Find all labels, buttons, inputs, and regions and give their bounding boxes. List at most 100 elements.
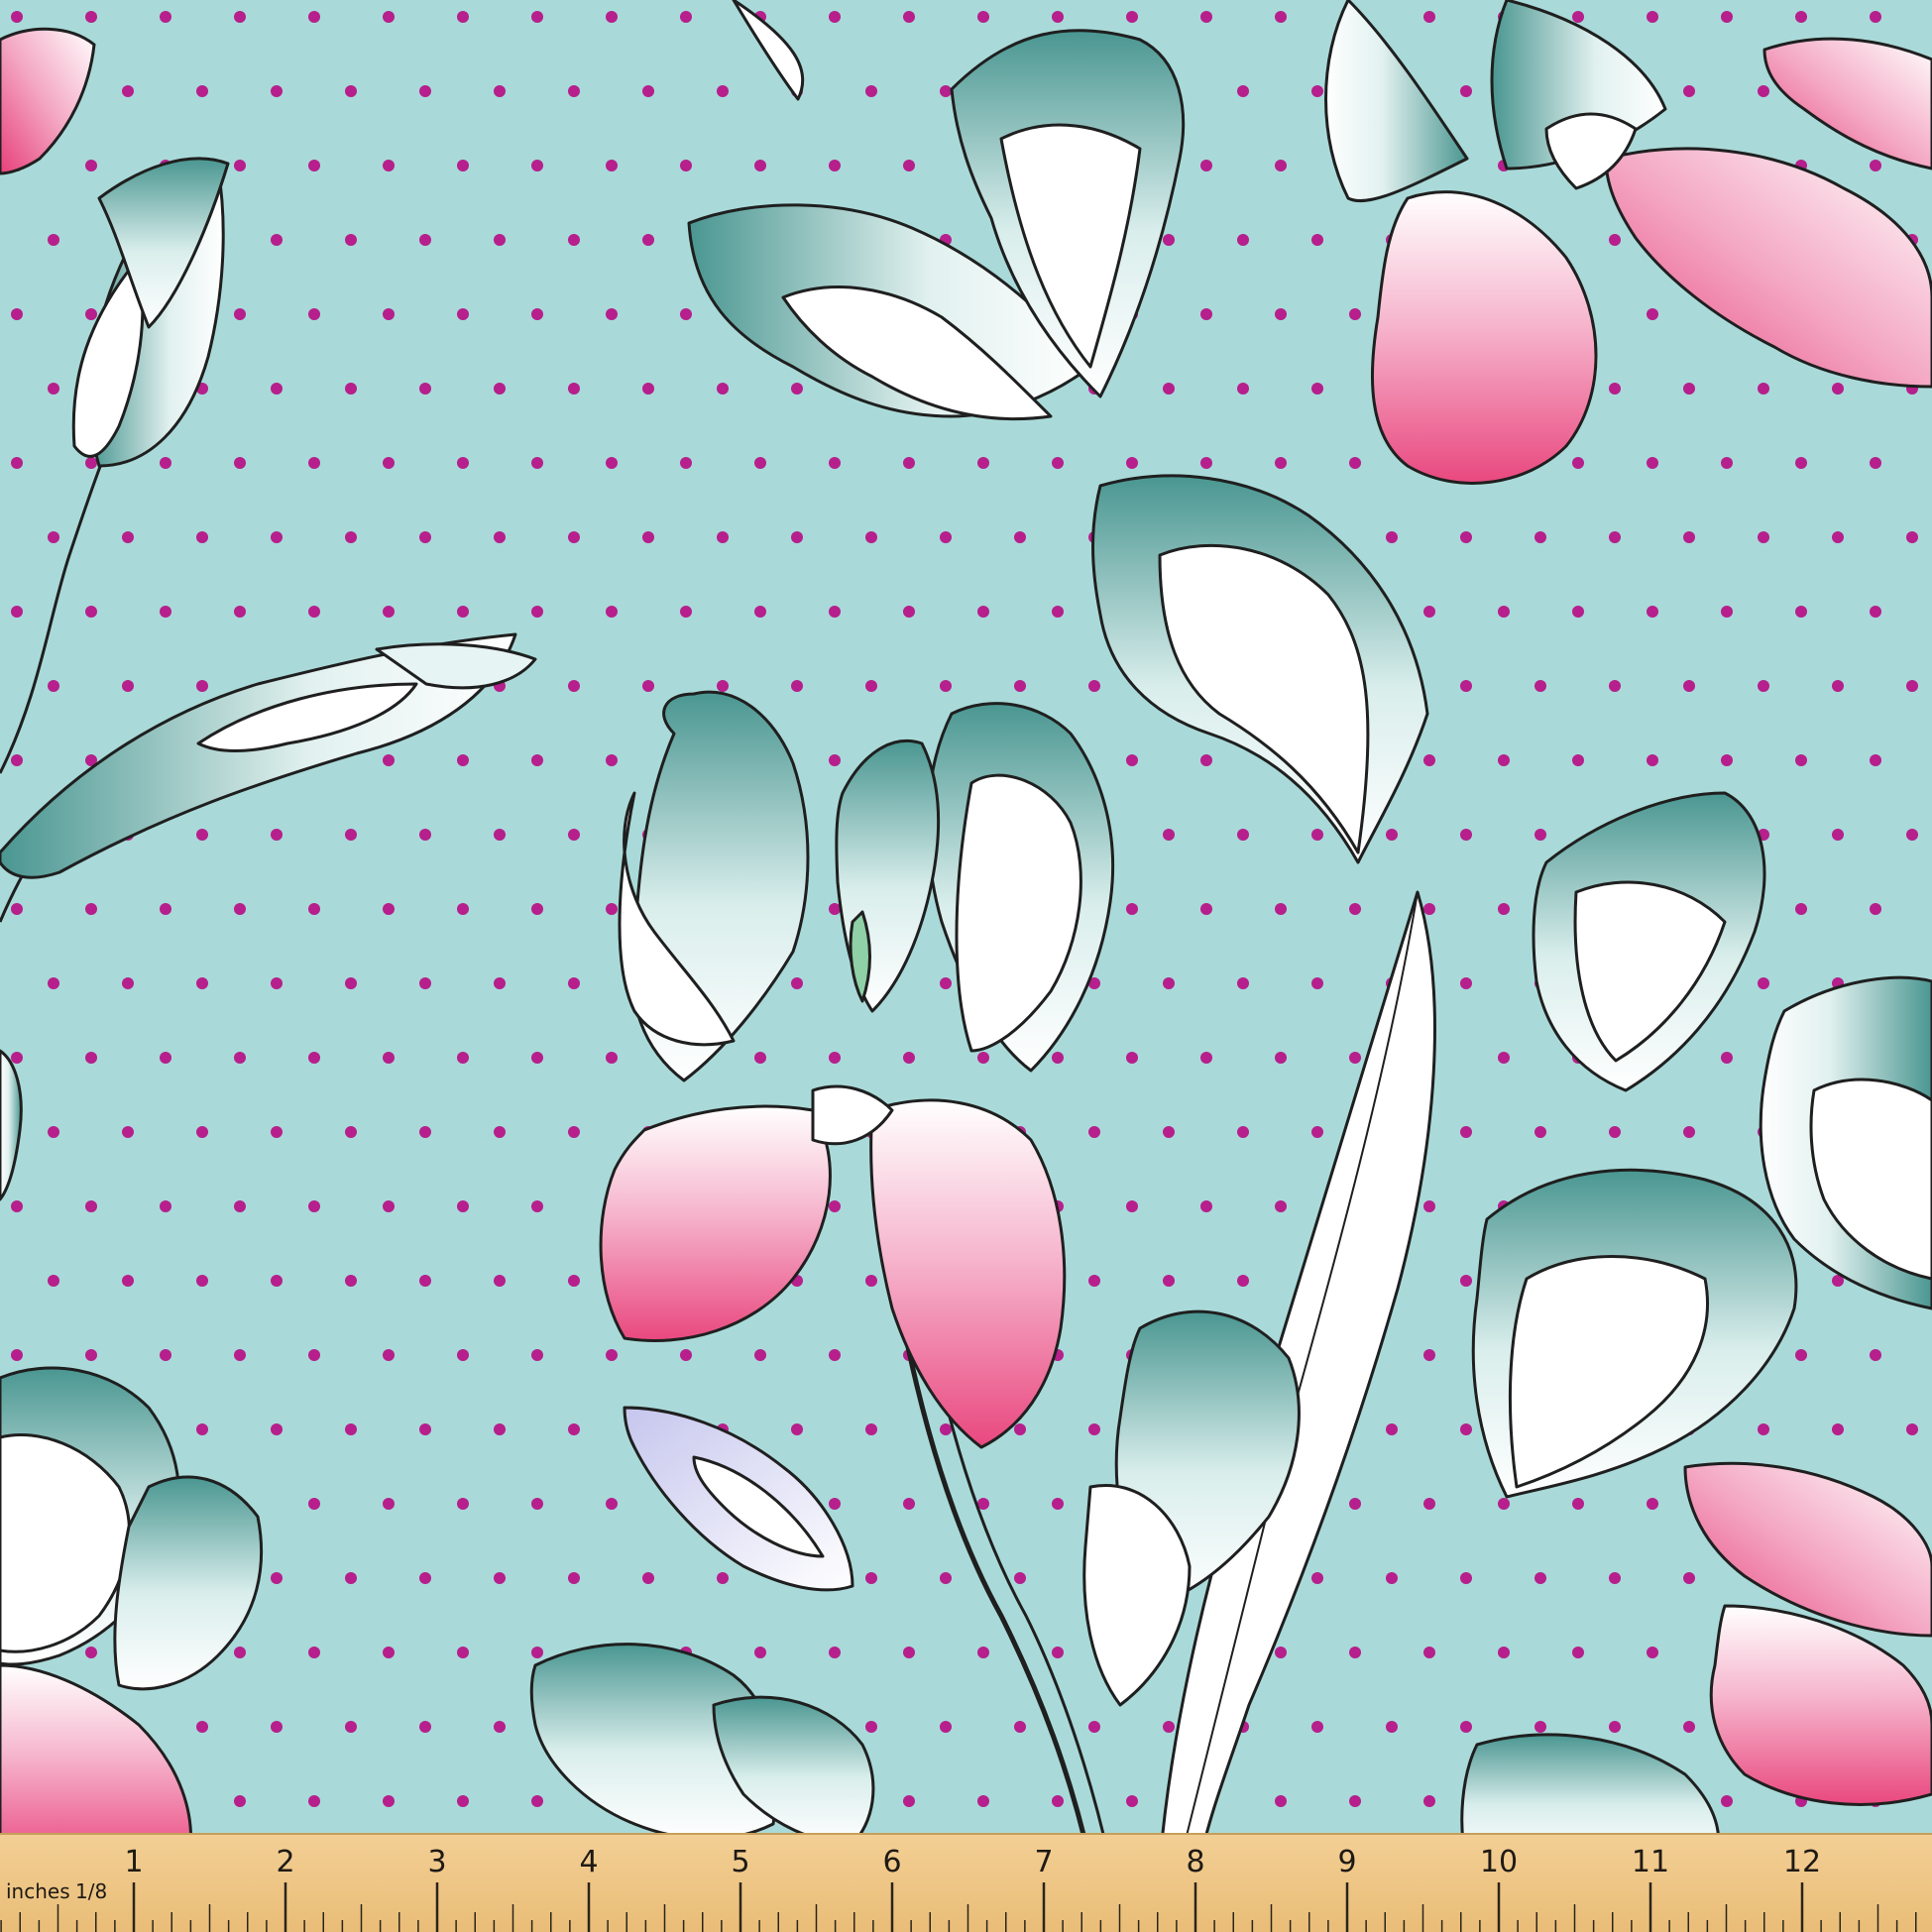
polka-dot [1609, 1572, 1621, 1584]
polka-dot [196, 829, 208, 841]
polka-dot [1126, 1795, 1138, 1807]
polka-dot [1311, 85, 1323, 97]
polka-dot [531, 1349, 543, 1361]
polka-dot [1237, 383, 1249, 395]
polka-dot [1460, 1423, 1472, 1435]
polka-dot [11, 754, 23, 766]
polka-dot [1534, 829, 1546, 841]
polka-dot [1758, 85, 1769, 97]
polka-dot [1052, 11, 1064, 23]
polka-dot [1721, 11, 1733, 23]
polka-dot [1870, 160, 1881, 171]
polka-dot [494, 1423, 506, 1435]
polka-dot [1498, 1647, 1510, 1658]
polka-dot [271, 1126, 283, 1138]
polka-dot [457, 308, 469, 320]
polka-dot [829, 1200, 841, 1212]
polka-dot [196, 85, 208, 97]
polka-dot [1237, 1275, 1249, 1287]
polka-dot [345, 383, 357, 395]
ruler-number: 3 [427, 1845, 446, 1879]
polka-dot [568, 531, 580, 543]
polka-dot [1237, 829, 1249, 841]
polka-dot [419, 1126, 431, 1138]
polka-dot [308, 1052, 320, 1064]
polka-dot [1758, 680, 1769, 692]
polka-dot [196, 1423, 208, 1435]
polka-dot [717, 85, 729, 97]
polka-dot [680, 160, 692, 171]
polka-dot [85, 1052, 97, 1064]
ruler-number: 2 [276, 1845, 294, 1879]
polka-dot [1311, 1126, 1323, 1138]
polka-dot [419, 234, 431, 246]
polka-dot [308, 308, 320, 320]
polka-dot [11, 1052, 23, 1064]
polka-dot [234, 160, 246, 171]
polka-dot [196, 531, 208, 543]
polka-dot [568, 383, 580, 395]
polka-dot [903, 160, 915, 171]
polka-dot [1721, 457, 1733, 469]
polka-dot [531, 11, 543, 23]
polka-dot [457, 457, 469, 469]
polka-dot [642, 85, 654, 97]
polka-dot [1052, 1052, 1064, 1064]
polka-dot [271, 977, 283, 989]
polka-dot [1498, 1498, 1510, 1510]
polka-dot [383, 1647, 395, 1658]
polka-dot [1275, 1200, 1287, 1212]
polka-dot [11, 1349, 23, 1361]
polka-dot [717, 531, 729, 543]
measuring-ruler: 1234567891011121 inches 1/8 [0, 1833, 1932, 1932]
polka-dot [606, 606, 618, 618]
polka-dot [234, 606, 246, 618]
polka-dot [680, 308, 692, 320]
polka-dot [1349, 457, 1361, 469]
polka-dot [419, 383, 431, 395]
polka-dot [1572, 1647, 1584, 1658]
polka-dot [85, 903, 97, 915]
polka-dot [345, 977, 357, 989]
polka-dot [1498, 903, 1510, 915]
polka-dot [1311, 383, 1323, 395]
polka-dot [383, 754, 395, 766]
polka-dot [1460, 977, 1472, 989]
polka-dot [1534, 1572, 1546, 1584]
polka-dot [1126, 754, 1138, 766]
polka-dot [1534, 531, 1546, 543]
polka-dot [419, 85, 431, 97]
polka-dot [1647, 1498, 1658, 1510]
polka-dot [1088, 680, 1100, 692]
polka-dot [196, 977, 208, 989]
polka-dot [568, 829, 580, 841]
polka-dot [1460, 1126, 1472, 1138]
polka-dot [1275, 1647, 1287, 1658]
polka-dot [829, 457, 841, 469]
polka-dot [754, 1349, 766, 1361]
polka-dot [494, 977, 506, 989]
polka-dot [1200, 754, 1212, 766]
polka-dot [1052, 1795, 1064, 1807]
polka-dot [271, 829, 283, 841]
polka-dot [234, 1795, 246, 1807]
polka-dot [1870, 11, 1881, 23]
polka-dot [1647, 11, 1658, 23]
polka-dot [940, 1423, 952, 1435]
polka-dot [940, 1721, 952, 1733]
polka-dot [531, 308, 543, 320]
polka-dot [829, 1647, 841, 1658]
polka-dot [308, 1498, 320, 1510]
polka-dot [903, 1647, 915, 1658]
polka-dot [1609, 1721, 1621, 1733]
polka-dot [457, 1795, 469, 1807]
polka-dot [1349, 308, 1361, 320]
polka-dot [345, 1572, 357, 1584]
polka-dot [1275, 1795, 1287, 1807]
polka-dot [568, 1275, 580, 1287]
polka-dot [1088, 1721, 1100, 1733]
polka-dot [1163, 1126, 1175, 1138]
polka-dot [345, 1275, 357, 1287]
polka-dot [1498, 606, 1510, 618]
polka-dot [829, 160, 841, 171]
